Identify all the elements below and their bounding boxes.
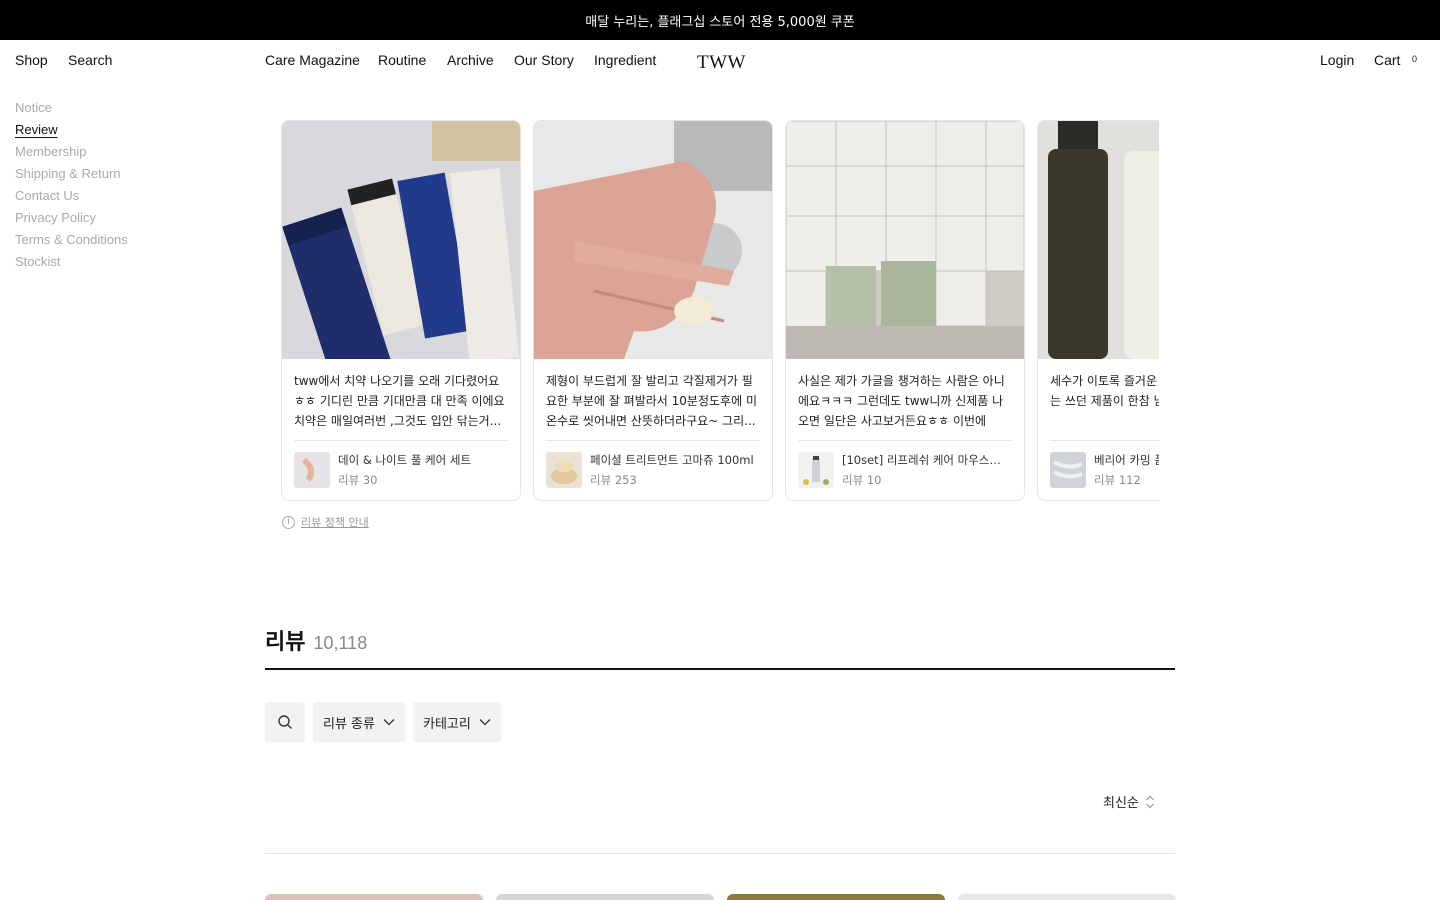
review-section-title: 리뷰 xyxy=(265,630,306,655)
sidebar-item-privacy-policy[interactable]: Privacy Policy xyxy=(15,210,128,232)
category-dropdown[interactable]: 카테고리 xyxy=(412,702,501,742)
review-text: 세수가 이토록 즐거운 조합이네요. 클렌저는 쓰던 제품이 한참 남이... xyxy=(1050,374,1159,408)
sidebar-item-shipping-return[interactable]: Shipping & Return xyxy=(15,166,128,188)
nav-shop[interactable]: Shop xyxy=(15,52,48,68)
review-type-dropdown[interactable]: 리뷰 종류 xyxy=(313,702,405,742)
review-photo xyxy=(534,121,772,359)
review-grid-thumbnail[interactable] xyxy=(958,894,1176,900)
review-policy-link[interactable]: 리뷰 정책 안내 xyxy=(301,514,369,530)
nav-care-magazine[interactable]: Care Magazine xyxy=(265,52,360,68)
product-name: 베리어 카밍 폼 xyxy=(1094,453,1159,467)
product-review-count: 리뷰 30 xyxy=(338,473,378,487)
product-review-count: 리뷰 253 xyxy=(590,473,637,487)
review-photo xyxy=(1038,121,1159,359)
brand-logo[interactable]: TWW xyxy=(697,52,746,74)
review-text: 사실은 제가 가글을 챙겨하는 사람은 아니에요ㅋㅋㅋ 그런데도 tww니까 신… xyxy=(798,374,1005,428)
review-text: 제형이 부드럽게 잘 발리고 각질제거가 필요한 부분에 잘 펴발라서 10분정… xyxy=(546,374,757,428)
review-grid-thumbnail[interactable] xyxy=(496,894,714,900)
sidebar-menu: Notice Review Membership Shipping & Retu… xyxy=(15,100,128,276)
review-section-header: 리뷰 10,118 xyxy=(265,624,367,656)
nav-cart[interactable]: Cart xyxy=(1374,52,1400,68)
sidebar-item-review[interactable]: Review xyxy=(15,122,128,144)
review-product[interactable]: [10set] 리프레쉬 케어 마우스워시... 리뷰 10 xyxy=(786,441,1024,499)
nav-archive[interactable]: Archive xyxy=(447,52,494,68)
sort-label: 최신순 xyxy=(1103,796,1139,811)
product-thumbnail xyxy=(1050,452,1086,488)
chevron-down-icon xyxy=(479,719,491,726)
product-review-count: 리뷰 10 xyxy=(842,473,882,487)
cart-count-badge: 0 xyxy=(1412,54,1418,64)
review-card[interactable]: tww에서 치약 나오기를 오래 기다렸어요 ㅎㅎ 기디린 만큼 기대만큼 대 … xyxy=(281,120,521,501)
nav-ingredient[interactable]: Ingredient xyxy=(594,52,656,68)
sort-updown-icon xyxy=(1145,795,1154,808)
nav-routine[interactable]: Routine xyxy=(378,52,426,68)
review-product[interactable]: 페이셜 트리트먼트 고마쥬 100ml 리뷰 253 xyxy=(534,441,772,499)
review-card[interactable]: 사실은 제가 가글을 챙겨하는 사람은 아니에요ㅋㅋㅋ 그런데도 tww니까 신… xyxy=(785,120,1025,501)
review-card[interactable]: 제형이 부드럽게 잘 발리고 각질제거가 필요한 부분에 잘 펴발라서 10분정… xyxy=(533,120,773,501)
review-product[interactable]: 데이 & 나이트 풀 케어 세트 리뷰 30 xyxy=(282,441,520,499)
review-type-label: 리뷰 종류 xyxy=(323,716,375,732)
announcement-bar[interactable]: 매달 누리는, 플래그십 스토어 전용 5,000원 쿠폰 xyxy=(0,0,1440,40)
review-search-button[interactable] xyxy=(265,702,305,742)
review-photo xyxy=(786,121,1024,359)
review-product[interactable]: 베리어 카밍 폼 리뷰 112 xyxy=(1038,441,1159,499)
sidebar-item-stockist[interactable]: Stockist xyxy=(15,254,128,276)
announcement-text: 매달 누리는, 플래그십 스토어 전용 5,000원 쿠폰 xyxy=(585,14,855,30)
review-policy: i 리뷰 정책 안내 xyxy=(282,514,369,530)
product-thumbnail xyxy=(546,452,582,488)
category-label: 카테고리 xyxy=(422,716,471,732)
review-text: tww에서 치약 나오기를 오래 기다렸어요 ㅎㅎ 기디린 만큼 기대만큼 대 … xyxy=(294,374,505,428)
product-thumbnail xyxy=(798,452,834,488)
section-divider xyxy=(265,668,1175,670)
product-name: 데이 & 나이트 풀 케어 세트 xyxy=(338,453,472,467)
review-grid-thumbnail[interactable] xyxy=(265,894,483,900)
sidebar-item-notice[interactable]: Notice xyxy=(15,100,128,122)
chevron-down-icon xyxy=(383,719,395,726)
list-divider xyxy=(265,853,1175,854)
sidebar-item-terms-conditions[interactable]: Terms & Conditions xyxy=(15,232,128,254)
review-card[interactable]: 세수가 이토록 즐거운 조합이네요. 클렌저는 쓰던 제품이 한참 남이... … xyxy=(1037,120,1159,501)
product-name: 페이셜 트리트먼트 고마쥬 100ml xyxy=(590,453,754,467)
nav-search[interactable]: Search xyxy=(68,52,112,68)
review-total-count: 10,118 xyxy=(313,633,368,653)
review-grid-thumbnail[interactable] xyxy=(727,894,945,900)
nav-our-story[interactable]: Our Story xyxy=(514,52,574,68)
sort-dropdown[interactable]: 최신순 xyxy=(1103,792,1155,811)
info-icon: i xyxy=(282,515,295,529)
review-photo xyxy=(282,121,520,359)
product-review-count: 리뷰 112 xyxy=(1094,473,1141,487)
best-review-carousel[interactable]: tww에서 치약 나오기를 오래 기다렸어요 ㅎㅎ 기디린 만큼 기대만큼 대 … xyxy=(281,120,1159,502)
product-name: [10set] 리프레쉬 케어 마우스워시... xyxy=(842,453,1010,467)
search-icon xyxy=(278,715,292,729)
sidebar-item-membership[interactable]: Membership xyxy=(15,144,128,166)
nav-login[interactable]: Login xyxy=(1320,52,1354,68)
top-navigation: Shop Search Care Magazine Routine Archiv… xyxy=(0,40,1440,80)
sidebar-item-contact-us[interactable]: Contact Us xyxy=(15,188,128,210)
review-grid xyxy=(265,894,1176,900)
product-thumbnail xyxy=(294,452,330,488)
review-filters: 리뷰 종류 카테고리 xyxy=(265,702,509,742)
